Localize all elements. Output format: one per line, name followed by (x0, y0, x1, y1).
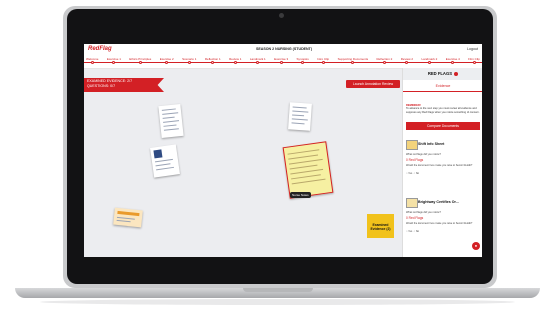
laptop-notch (243, 288, 313, 292)
document-thumbnail (406, 140, 418, 150)
nav-step[interactable]: Landmark 1 (250, 56, 266, 68)
card-question-2: Would the document here make you raise t… (406, 222, 473, 225)
questions-count: QUESTIONS: 0/7 (87, 84, 116, 88)
reminder-text: To advance to the next step you must rev… (406, 107, 480, 114)
laptop-shadow (40, 299, 515, 305)
nav-step[interactable]: Review 1 (229, 56, 241, 68)
card-radio-group[interactable]: ○ Yes ○ No (406, 230, 419, 233)
nav-step-dot (138, 61, 142, 64)
nav-step-dot (427, 61, 431, 64)
tab-evidence[interactable]: Evidence (403, 81, 482, 92)
nav-step-dot (405, 61, 409, 64)
evidence-banner: EXAMINED EVIDENCE: 2/7 QUESTIONS: 0/7 (84, 78, 164, 92)
app-title: SEASON 2 NURSING (STUDENT) (255, 47, 313, 51)
card-question: What red flags did you notice? (406, 211, 441, 214)
nav-step-dot (211, 61, 215, 64)
logout-link[interactable]: Logout (467, 47, 478, 51)
nurse-notes-document[interactable] (282, 141, 334, 199)
nav-step[interactable]: Ethics Principles (129, 56, 151, 68)
nav-step[interactable]: Reflection 2 (377, 56, 392, 68)
nav-step-dot (351, 61, 355, 64)
nav-step-dot (301, 61, 305, 64)
red-flag-icon (454, 71, 459, 76)
nav-step[interactable]: Exercise 2 (160, 56, 174, 68)
card-question: What red flags did you notice? (406, 153, 441, 156)
app-screen: RedFlag SEASON 2 NURSING (STUDENT) Logou… (84, 44, 482, 260)
nav-step-dot (256, 61, 260, 64)
nav-step[interactable]: Welcome (86, 56, 98, 68)
nav-step[interactable]: Exercise 4 (446, 56, 460, 68)
nav-step[interactable]: Synopsis (297, 56, 309, 68)
chat-icon[interactable]: ● (472, 242, 480, 250)
nav-items: Welcome Exercise 1 Ethics Principles Exerci… (84, 56, 482, 68)
nav-step[interactable]: Landmark 2 (422, 56, 437, 68)
examined-evidence-label: Examined Evidence (2) (370, 223, 391, 231)
nav-step-dot (165, 61, 169, 64)
evidence-card-item[interactable]: Shift Info Sheet What red flags did you … (406, 140, 480, 180)
card-title: Brightway Certifies Or... (418, 200, 459, 204)
nav-step[interactable]: Intro Clip (317, 56, 329, 68)
nurse-notes-tag: Nurse Notes (290, 192, 311, 198)
card-question-2: Would the document here make you raise t… (406, 164, 473, 167)
nav-step-dot (112, 61, 116, 64)
compare-documents-button[interactable]: Compare Documents (406, 122, 480, 130)
bottom-bar (84, 257, 482, 260)
nav-step[interactable]: Supporting Documents (338, 56, 368, 68)
nav-step-dot (451, 61, 455, 64)
nav-step[interactable]: Reflection 1 (205, 56, 221, 68)
nav-step-dot (472, 61, 476, 64)
nav-step-dot (321, 61, 325, 64)
nav-step-dot (382, 61, 386, 64)
document-thumbnail (406, 198, 418, 208)
nav-step[interactable]: Exercise 3 (274, 56, 288, 68)
red-flags-panel: RED FLAGS Evidence REMINDER! To advance … (402, 68, 482, 257)
nav-step-dot (187, 61, 191, 64)
evidence-document[interactable] (288, 102, 312, 131)
webcam (279, 13, 284, 18)
examined-evidence-badge[interactable]: Examined Evidence (2) (367, 214, 394, 238)
nav-step-dot (233, 61, 237, 64)
panel-title: RED FLAGS (427, 71, 453, 76)
nav-step-dot (279, 61, 283, 64)
card-flag-count[interactable]: 0 Red Flags (406, 158, 423, 162)
card-radio-group[interactable]: ○ Yes ○ No (406, 172, 419, 175)
app-logo[interactable]: RedFlag (88, 46, 112, 52)
launch-annotation-button[interactable]: Launch Annotation Review (346, 80, 400, 88)
nav-step[interactable]: Scenario 1 (182, 56, 196, 68)
nav-step[interactable]: Film Clip (468, 56, 480, 68)
card-title: Shift Info Sheet (418, 142, 445, 146)
evidence-card[interactable] (113, 207, 143, 228)
card-flag-count[interactable]: 0 Red Flags (406, 216, 423, 220)
nav-step[interactable]: Review 2 (401, 56, 413, 68)
evidence-document[interactable] (150, 144, 180, 178)
evidence-card-item[interactable]: Brightway Certifies Or... What red flags… (406, 198, 480, 238)
nav-step-dot (90, 61, 94, 64)
reminder-box: REMINDER! To advance to the next step yo… (406, 104, 480, 114)
nav-step[interactable]: Exercise 1 (107, 56, 121, 68)
panel-header: RED FLAGS (403, 68, 482, 80)
evidence-document[interactable] (158, 103, 184, 139)
